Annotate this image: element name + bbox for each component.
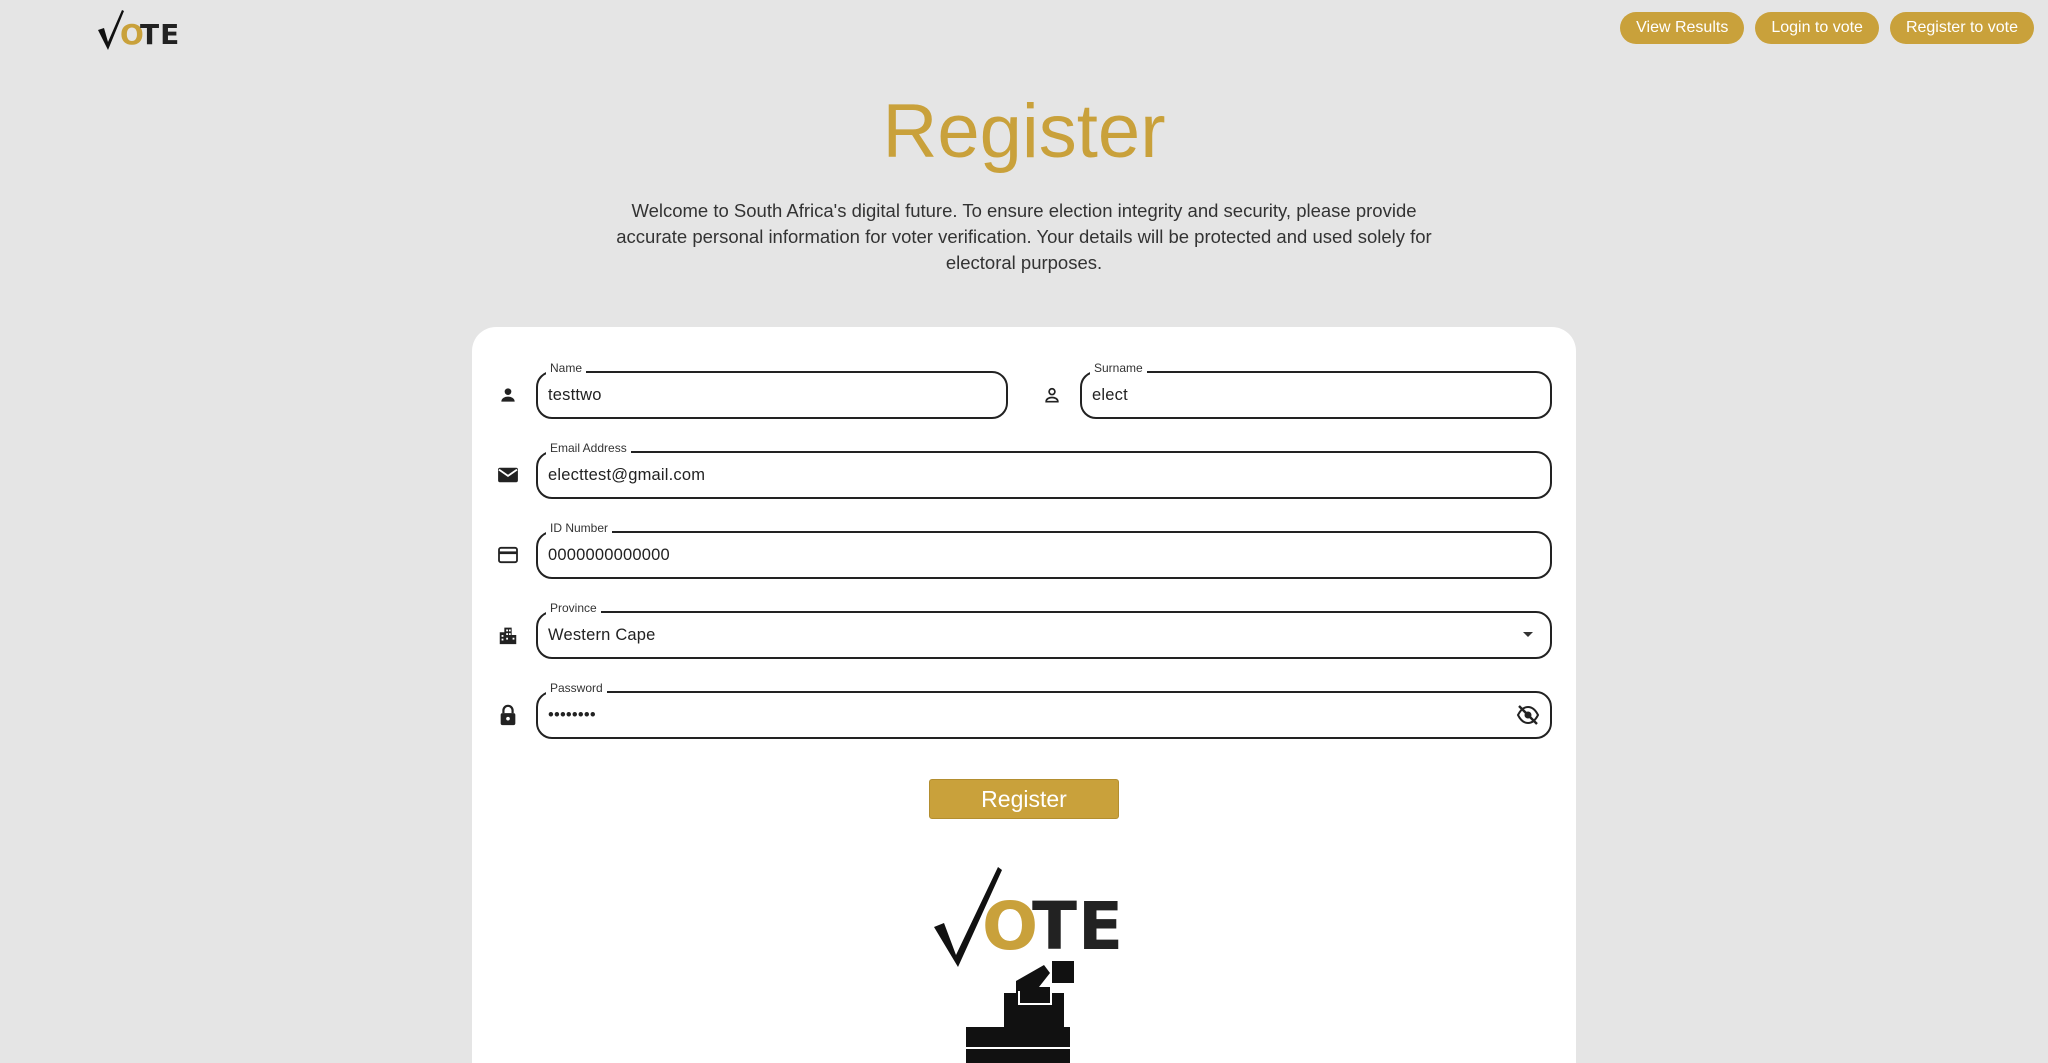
id-number-value[interactable]: 0000000000000	[548, 533, 670, 577]
mail-icon	[496, 463, 520, 487]
login-to-vote-button[interactable]: Login to vote	[1755, 12, 1879, 44]
svg-text:O: O	[982, 888, 1039, 965]
province-value[interactable]: Western Cape	[548, 613, 656, 657]
name-value[interactable]: testtwo	[548, 373, 602, 417]
intro-text: Welcome to South Africa's digital future…	[616, 200, 1432, 273]
person-icon	[496, 383, 520, 407]
eye-off-icon[interactable]	[1516, 703, 1540, 727]
password-value[interactable]: ••••••••	[548, 693, 596, 737]
name-field[interactable]: Name testtwo	[536, 361, 1008, 419]
id-number-field[interactable]: ID Number 0000000000000	[536, 521, 1552, 579]
header-logo[interactable]: O TE	[96, 8, 188, 52]
register-form-card: Name testtwo Surname elect Email Address…	[472, 327, 1576, 1063]
email-field[interactable]: Email Address electtest@gmail.com	[536, 441, 1552, 499]
lock-icon	[496, 703, 520, 727]
province-select[interactable]: Province Western Cape	[536, 601, 1552, 659]
vote-logo: O TE	[932, 865, 1123, 1063]
surname-value[interactable]: elect	[1092, 373, 1128, 417]
page-title: Register	[882, 89, 1166, 174]
city-icon	[496, 623, 520, 647]
svg-text:TE: TE	[140, 18, 180, 51]
password-field[interactable]: Password ••••••••	[536, 681, 1552, 739]
top-nav: View Results Login to vote Register to v…	[1620, 12, 2034, 44]
email-value[interactable]: electtest@gmail.com	[548, 453, 705, 497]
credit-card-icon	[496, 543, 520, 567]
chevron-down-icon[interactable]	[1516, 623, 1540, 647]
person-outline-icon	[1040, 383, 1064, 407]
svg-text:TE: TE	[1032, 888, 1122, 965]
view-results-button[interactable]: View Results	[1620, 12, 1745, 44]
register-to-vote-button[interactable]: Register to vote	[1889, 12, 2034, 44]
register-submit-button[interactable]: Register	[929, 779, 1119, 819]
surname-field[interactable]: Surname elect	[1080, 361, 1552, 419]
